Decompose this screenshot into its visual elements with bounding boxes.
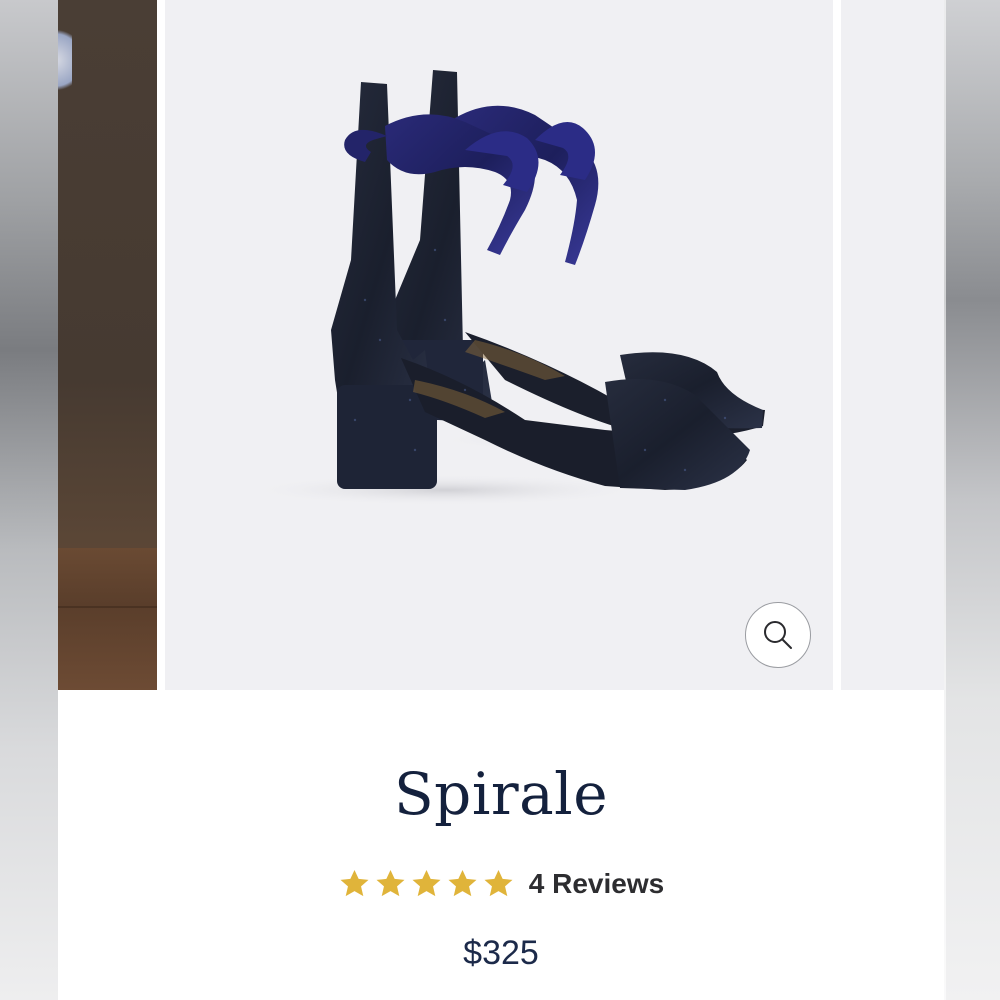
product-image <box>245 70 775 506</box>
star-icon <box>484 870 513 897</box>
previous-slide[interactable] <box>58 0 157 690</box>
star-icon <box>448 870 477 897</box>
product-image-carousel[interactable] <box>58 0 944 690</box>
star-icon <box>340 870 369 897</box>
product-price: $325 <box>463 934 539 972</box>
product-info: Spirale 4 Reviews $325 <box>58 690 944 1000</box>
blurred-left-edge <box>0 0 58 1000</box>
next-slide[interactable] <box>841 0 944 690</box>
previous-slide-detail <box>58 20 72 100</box>
previous-slide-floor <box>58 548 157 690</box>
current-slide[interactable] <box>165 0 833 690</box>
rating-row: 4 Reviews <box>58 868 944 900</box>
blurred-right-edge <box>944 0 1000 1000</box>
product-title: Spirale <box>393 760 609 828</box>
star-icon <box>376 870 405 897</box>
reviews-link[interactable]: 4 Reviews <box>529 868 664 900</box>
star-icon <box>412 870 441 897</box>
search-icon <box>764 621 792 649</box>
star-rating[interactable] <box>338 868 515 900</box>
zoom-button[interactable] <box>745 602 811 668</box>
